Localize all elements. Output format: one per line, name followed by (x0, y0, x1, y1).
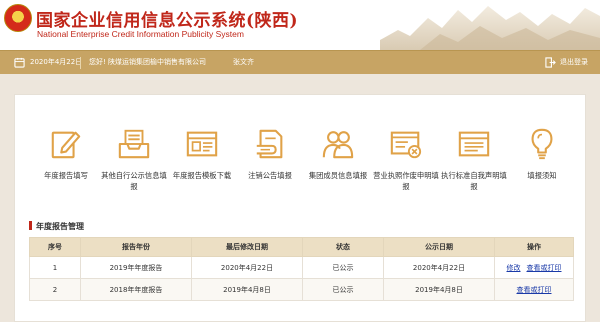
cell-actions: 查看或打印 (494, 278, 574, 301)
tile-label: 集团成员信息填报 (308, 171, 368, 180)
cell-status: 已公示 (302, 256, 384, 279)
cell-modified: 2019年4月8日 (191, 278, 303, 301)
cell-year: 2019年年度报告 (80, 256, 192, 279)
cell-actions: 修改 查看或打印 (494, 256, 574, 279)
logout-link[interactable]: 退出登录 (560, 57, 588, 68)
tile-instructions[interactable]: 填报须知 (509, 127, 575, 181)
tile-label: 注销公告填报 (248, 171, 292, 180)
site-header: ★ 国家企业信用信息公示系统(陕西) National Enterprise C… (0, 0, 600, 50)
col-header-status: 状态 (302, 237, 384, 257)
license-cancel-icon (390, 131, 422, 159)
tile-label: 填报须知 (527, 171, 557, 180)
welcome-company: 您好! 陕煤运销集团榆中销售有限公司 (89, 58, 207, 66)
edit-link[interactable]: 修改 (507, 264, 521, 272)
cell-published: 2019年4月8日 (383, 278, 495, 301)
cell-published: 2020年4月22日 (383, 256, 495, 279)
tile-license-void[interactable]: 营业执照作废申明填报 (373, 127, 439, 192)
tile-label: 执行标准自我声明填报 (441, 171, 507, 191)
group-users-icon (322, 131, 354, 159)
site-subtitle: National Enterprise Credit Information P… (37, 29, 244, 39)
tile-other-publicity[interactable]: 其他自行公示信息填报 (101, 127, 167, 192)
national-emblem-logo: ★ (4, 4, 32, 32)
view-print-link[interactable]: 查看或打印 (527, 264, 562, 272)
tile-cancellation-notice[interactable]: 注销公告填报 (237, 127, 303, 181)
col-header-actions: 操作 (494, 237, 574, 257)
col-header-no: 序号 (29, 237, 81, 257)
calendar-icon (14, 57, 25, 68)
site-title: 国家企业信用信息公示系统(陕西) (36, 11, 299, 31)
tile-label: 其他自行公示信息填报 (101, 171, 167, 191)
function-tiles: 年度报告填写 其他自行公示信息填报 年度报告模板下载 注销公告填报 集团成员信息… (15, 95, 587, 205)
tile-label: 年度报告填写 (44, 171, 88, 180)
current-date: 2020年4月22日 (30, 58, 83, 66)
table-row: 1 2019年年度报告 2020年4月22日 已公示 2020年4月22日 修改… (29, 256, 574, 279)
tile-standard-statement[interactable]: 执行标准自我声明填报 (441, 127, 507, 192)
mountain-landscape-decoration (380, 6, 600, 50)
inbox-tray-icon (118, 129, 150, 159)
tile-group-members[interactable]: 集团成员信息填报 (305, 127, 371, 181)
tile-annual-report-fill[interactable]: 年度报告填写 (33, 127, 99, 181)
tile-label: 年度报告模板下载 (172, 171, 232, 180)
cell-modified: 2020年4月22日 (191, 256, 303, 279)
section-marker (29, 221, 32, 230)
document-hand-icon (256, 129, 283, 159)
user-bar: 2020年4月22日 您好! 陕煤运销集团榆中销售有限公司 张文齐 退出登录 (0, 50, 600, 74)
view-print-link[interactable]: 查看或打印 (517, 286, 552, 294)
col-header-year: 报告年份 (80, 237, 192, 257)
main-panel: 年度报告填写 其他自行公示信息填报 年度报告模板下载 注销公告填报 集团成员信息… (14, 94, 586, 322)
logout-icon[interactable] (545, 57, 556, 68)
section-title-text: 年度报告管理 (36, 222, 84, 231)
table-row: 2 2018年年度报告 2019年4月8日 已公示 2019年4月8日 查看或打… (29, 278, 574, 301)
divider (80, 57, 81, 69)
standard-statement-icon (458, 131, 490, 157)
pen-paper-icon (51, 131, 81, 159)
section-title: 年度报告管理 (29, 221, 84, 232)
lightbulb-icon (531, 128, 553, 160)
tile-label: 营业执照作废申明填报 (373, 171, 439, 191)
tile-template-download[interactable]: 年度报告模板下载 (169, 127, 235, 181)
annual-report-table: 序号 报告年份 最后修改日期 状态 公示日期 操作 1 2019年年度报告 20… (29, 237, 574, 301)
cell-no: 2 (29, 278, 81, 301)
table-header-row: 序号 报告年份 最后修改日期 状态 公示日期 操作 (29, 237, 574, 257)
cell-year: 2018年年度报告 (80, 278, 192, 301)
col-header-published: 公示日期 (383, 237, 495, 257)
col-header-modified: 最后修改日期 (191, 237, 303, 257)
browser-window-icon (186, 131, 218, 157)
user-name: 张文齐 (233, 58, 254, 66)
cell-status: 已公示 (302, 278, 384, 301)
cell-no: 1 (29, 256, 81, 279)
